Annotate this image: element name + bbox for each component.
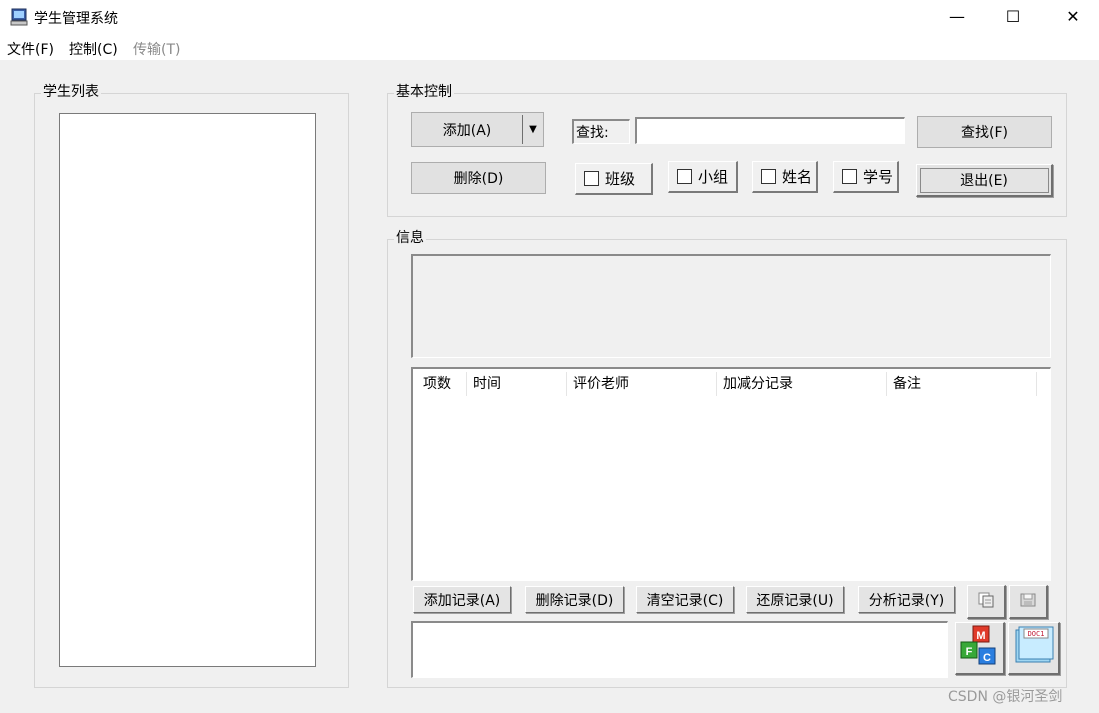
find-button[interactable]: 查找(F) (917, 116, 1052, 148)
watermark: CSDN @银河圣剑 (948, 689, 1063, 705)
filter-name-checkbox[interactable]: 姓名 (752, 161, 818, 193)
title-bar: 学生管理系统 — ☐ ✕ (0, 0, 1099, 36)
column-header-teacher[interactable]: 评价老师 (567, 372, 717, 396)
search-label: 查找: (576, 125, 609, 141)
close-button[interactable]: ✕ (1050, 0, 1096, 34)
basic-control-title: 基本控制 (394, 84, 454, 100)
copy-icon (977, 591, 995, 613)
filter-class-label: 班级 (605, 170, 636, 188)
column-header-notes[interactable]: 备注 (887, 372, 1037, 396)
student-list-title: 学生列表 (41, 84, 101, 100)
mfc-icon: M F C (959, 624, 1001, 672)
search-label-box: 查找: (572, 119, 630, 144)
app-icon (10, 8, 28, 26)
menu-transfer[interactable]: 传输(T) (133, 39, 180, 59)
mfc-letter-f: F (965, 646, 972, 658)
exit-button-label: 退出(E) (919, 167, 1049, 193)
menu-bar: 文件(F) 控制(C) 传输(T) (0, 36, 1099, 60)
student-listbox[interactable] (59, 113, 316, 667)
doc-icon-label: DOC1 (1027, 630, 1044, 638)
save-icon (1019, 591, 1037, 613)
mfc-letter-m: M (976, 630, 985, 642)
filter-id-label: 学号 (863, 168, 894, 186)
delete-button[interactable]: 删除(D) (411, 162, 546, 194)
bottom-text-area[interactable] (411, 621, 948, 678)
mfc-icon-button[interactable]: M F C (955, 622, 1005, 675)
window-title: 学生管理系统 (34, 11, 118, 27)
doc-icon-button[interactable]: DOC1 (1008, 622, 1060, 675)
clear-records-button[interactable]: 清空记录(C) (636, 586, 734, 613)
chevron-down-icon[interactable]: ▼ (523, 124, 543, 135)
info-display-area (411, 254, 1051, 358)
column-header-index[interactable]: 项数 (417, 372, 467, 396)
column-header-time[interactable]: 时间 (467, 372, 567, 396)
minimize-button[interactable]: — (934, 0, 980, 34)
restore-records-button[interactable]: 还原记录(U) (746, 586, 844, 613)
exit-button[interactable]: 退出(E) (916, 164, 1053, 197)
save-icon-button[interactable] (1009, 585, 1048, 619)
add-button-label: 添加(A) (442, 122, 492, 139)
checkbox-box (842, 169, 857, 184)
filter-id-checkbox[interactable]: 学号 (833, 161, 899, 193)
mfc-letter-c: C (983, 652, 991, 664)
doc-icon: DOC1 (1012, 624, 1056, 672)
analyze-records-button[interactable]: 分析记录(Y) (858, 586, 955, 613)
add-record-button[interactable]: 添加记录(A) (413, 586, 511, 613)
table-header: 项数 时间 评价老师 加减分记录 备注 (417, 372, 1047, 396)
checkbox-box (584, 171, 599, 186)
add-button[interactable]: 添加(A) ▼ (411, 112, 544, 147)
checkbox-box (677, 169, 692, 184)
records-table[interactable]: 项数 时间 评价老师 加减分记录 备注 (411, 367, 1051, 581)
checkbox-box (761, 169, 776, 184)
filter-group-checkbox[interactable]: 小组 (668, 161, 738, 193)
filter-group-label: 小组 (698, 168, 729, 186)
menu-control[interactable]: 控制(C) (69, 39, 118, 59)
menu-file[interactable]: 文件(F) (7, 39, 54, 59)
column-header-score[interactable]: 加减分记录 (717, 372, 887, 396)
delete-record-button[interactable]: 删除记录(D) (525, 586, 624, 613)
maximize-button[interactable]: ☐ (990, 0, 1036, 34)
filter-class-checkbox[interactable]: 班级 (575, 163, 653, 195)
search-input[interactable] (635, 117, 905, 144)
copy-icon-button[interactable] (967, 585, 1006, 619)
filter-name-label: 姓名 (782, 168, 813, 186)
info-title: 信息 (394, 230, 426, 246)
